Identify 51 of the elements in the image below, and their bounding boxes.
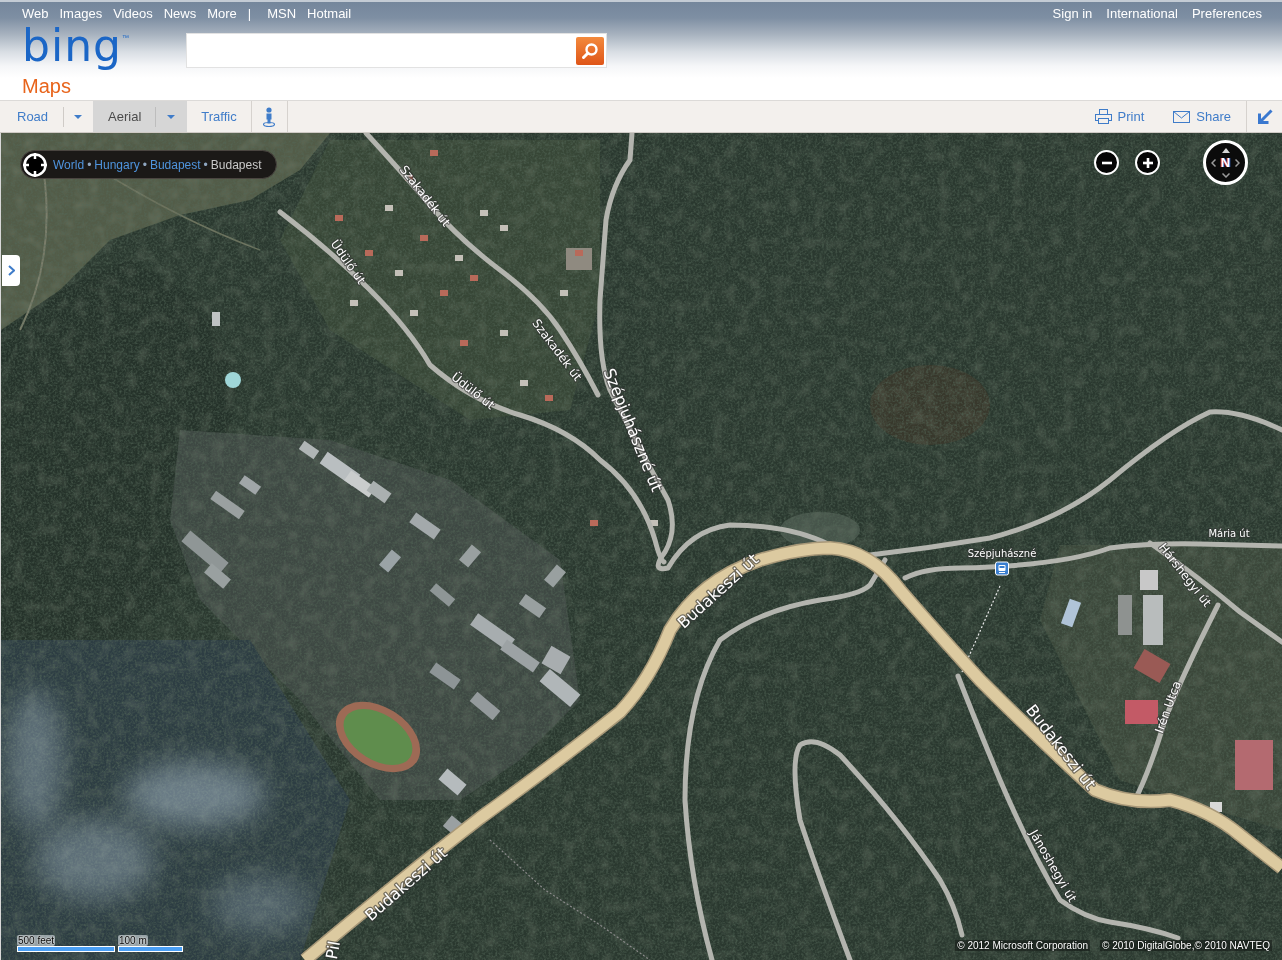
account-link[interactable]: Preferences: [1191, 5, 1262, 21]
traffic-tab[interactable]: Traffic: [187, 101, 252, 132]
product-name: Maps: [22, 75, 71, 97]
copyright-text: © 2010 DigitalGlobe,© 2010 NAVTEQ: [1100, 940, 1272, 951]
person-icon: [263, 106, 276, 127]
nav-link[interactable]: MSN: [267, 5, 297, 21]
road-label: Pil: [322, 939, 344, 960]
right-chevron-icon: [1235, 158, 1240, 167]
caret-icon: [74, 114, 83, 119]
map-view-tab[interactable]: Road: [0, 101, 64, 132]
tram-icon: [995, 561, 1009, 576]
chevron-right-icon: [7, 265, 15, 276]
printer-icon: [1094, 109, 1112, 124]
breadcrumb-separator: •: [87, 157, 92, 172]
share-button[interactable]: Share: [1173, 101, 1231, 132]
nav-link[interactable]: More: [207, 5, 237, 21]
bing-logo[interactable]: bing: [22, 24, 122, 68]
envelope-icon: [1173, 110, 1191, 123]
search-field[interactable]: [186, 33, 607, 68]
scale-label: 100 m: [118, 935, 148, 946]
breadcrumb-separator: •: [203, 157, 208, 172]
breadcrumb-link[interactable]: Hungary: [94, 157, 140, 172]
breadcrumb-separator: •: [142, 157, 147, 172]
scale-bar: [118, 946, 183, 952]
map-view-tab[interactable]: Aerial: [93, 101, 156, 132]
nav-link[interactable]: Web: [22, 5, 49, 21]
plus-icon: [1141, 156, 1154, 169]
search-button[interactable]: [576, 36, 604, 65]
account-link[interactable]: Sign in: [1052, 5, 1093, 21]
crosshair-icon[interactable]: [22, 151, 48, 178]
arrow-down-left-icon: [1256, 108, 1273, 125]
caret-icon: [167, 114, 176, 119]
nav-link[interactable]: Hotmail: [307, 5, 352, 21]
search-icon: [581, 41, 599, 60]
nav-link[interactable]: Images: [59, 5, 103, 21]
left-chevron-icon: [1211, 158, 1216, 167]
down-chevron-icon: [1221, 172, 1230, 178]
breadcrumb-link[interactable]: Budapest: [149, 157, 201, 172]
road-label: Irén Utca: [1152, 679, 1184, 735]
copyright-text: © 2012 Microsoft Corporation: [955, 940, 1091, 951]
nav-link[interactable]: Videos: [113, 5, 153, 21]
road-label: Szépjuhászné: [967, 547, 1037, 559]
nav-link[interactable]: News: [163, 5, 197, 21]
expand-panel-button[interactable]: [2, 255, 20, 286]
print-button[interactable]: Print: [1094, 101, 1145, 132]
up-arrow-icon: [1221, 147, 1230, 153]
account-link[interactable]: International: [1106, 5, 1178, 21]
breadcrumb-current: Budapest: [210, 157, 262, 172]
nav-separator: |: [247, 5, 252, 21]
breadcrumb-link[interactable]: World: [53, 157, 85, 172]
road-label: Mária út: [1208, 527, 1250, 539]
